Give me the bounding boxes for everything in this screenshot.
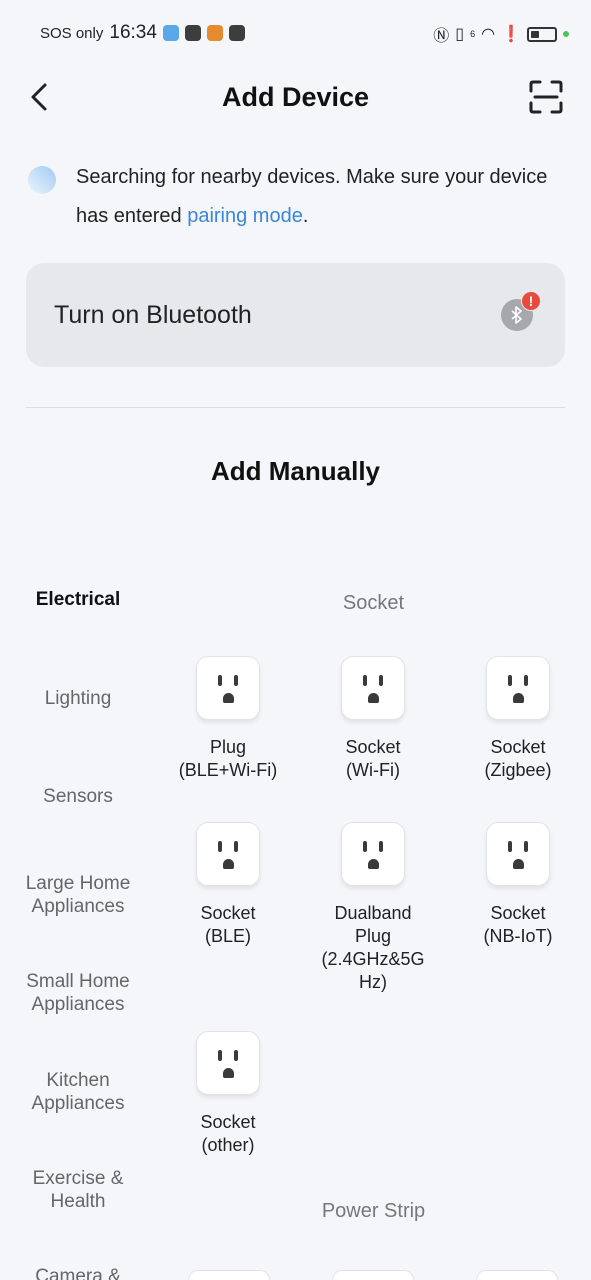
scan-icon xyxy=(529,80,563,114)
socket-icon xyxy=(341,656,405,720)
chevron-left-icon xyxy=(31,83,47,111)
device-socket-nbiot[interactable]: Socket (NB-IoT) xyxy=(458,822,578,948)
power-strip-device-partial[interactable] xyxy=(476,1270,558,1280)
category-sensors[interactable]: Sensors xyxy=(0,785,156,808)
device-label-line: Socket xyxy=(490,903,546,923)
device-label-line: (2.4GHz&5G xyxy=(321,949,425,969)
device-label-line: (Wi-Fi) xyxy=(346,760,400,780)
status-bar: SOS only 16:34 Ⓝ ▯ 6 ◠ ❗ xyxy=(0,0,591,66)
device-label-line: Socket xyxy=(490,737,546,757)
section-title-socket: Socket xyxy=(342,592,405,614)
scan-button[interactable] xyxy=(529,80,563,114)
device-label-line: (Zigbee) xyxy=(484,760,552,780)
socket-icon xyxy=(196,1031,260,1095)
category-small-home-appliances[interactable]: Small Home Appliances xyxy=(0,970,156,1016)
category-camera[interactable]: Camera & xyxy=(0,1265,156,1280)
device-label-line: Socket xyxy=(200,1112,256,1132)
status-left: SOS only 16:34 xyxy=(40,22,245,44)
bluetooth-status: ! xyxy=(501,291,541,333)
device-socket-zigbee[interactable]: Socket (Zigbee) xyxy=(458,656,578,782)
pairing-mode-link[interactable]: pairing mode xyxy=(187,205,303,227)
category-electrical[interactable]: Electrical xyxy=(0,588,156,611)
device-socket-wifi[interactable]: Socket (Wi-Fi) xyxy=(313,656,433,782)
searching-spinner-icon xyxy=(28,166,56,194)
power-strip-device-partial[interactable] xyxy=(188,1270,270,1280)
device-socket-other[interactable]: Socket (other) xyxy=(168,1031,288,1157)
privacy-dot-icon xyxy=(563,31,569,37)
device-plug-ble-wifi[interactable]: Plug (BLE+Wi-Fi) xyxy=(168,656,288,782)
upload-app-icon xyxy=(184,25,201,41)
category-lighting[interactable]: Lighting xyxy=(0,687,156,710)
category-kitchen-appliances[interactable]: Kitchen Appliances xyxy=(0,1069,156,1115)
add-manually-title: Add Manually xyxy=(210,456,380,486)
battery-icon xyxy=(527,26,557,42)
category-exercise-health[interactable]: Exercise & Health xyxy=(0,1167,156,1213)
bluetooth-label: Turn on Bluetooth xyxy=(54,300,252,329)
device-label-line: Plug xyxy=(209,737,247,757)
fitness-app-icon xyxy=(228,25,245,41)
device-label: Plug (BLE+Wi-Fi) xyxy=(168,736,288,782)
nfc-icon: Ⓝ xyxy=(433,28,450,45)
device-label-line: Dualband xyxy=(334,903,412,923)
power-strip-device-partial[interactable] xyxy=(332,1270,414,1280)
device-label: Dualband Plug (2.4GHz&5G Hz) xyxy=(313,902,433,994)
device-label-line: Socket xyxy=(345,737,401,757)
bluetooth-warning-badge: ! xyxy=(521,291,541,311)
device-socket-ble[interactable]: Socket (BLE) xyxy=(168,822,288,948)
device-label: Socket (Zigbee) xyxy=(458,736,578,782)
carrier-label: SOS only xyxy=(40,24,104,42)
socket-icon xyxy=(196,822,260,886)
wifi-icon: ◠ xyxy=(481,26,496,43)
back-button[interactable] xyxy=(24,80,54,114)
notice-text-after: . xyxy=(302,205,309,227)
turn-on-bluetooth-card[interactable]: Turn on Bluetooth ! xyxy=(26,263,565,367)
device-label: Socket (BLE) xyxy=(168,902,288,948)
header: Add Device xyxy=(0,66,591,128)
device-label-line: Plug xyxy=(354,926,392,946)
category-large-home-appliances[interactable]: Large Home Appliances xyxy=(0,872,156,918)
page-title: Add Device xyxy=(221,81,370,112)
notice-text-before: Searching for nearby devices. Make sure … xyxy=(76,166,548,227)
socket-icon xyxy=(341,822,405,886)
section-title-power-strip: Power Strip xyxy=(321,1200,426,1222)
device-label-line: (NB-IoT) xyxy=(483,926,553,946)
device-label: Socket (Wi-Fi) xyxy=(313,736,433,782)
shopping-app-icon xyxy=(206,25,223,41)
divider xyxy=(26,407,565,408)
device-label-line: (BLE) xyxy=(204,926,251,946)
network-label: 6 xyxy=(470,29,476,39)
vibrate-icon: ▯ xyxy=(455,26,465,43)
socket-icon xyxy=(486,656,550,720)
weather-app-icon xyxy=(162,25,179,41)
device-label-line: Socket xyxy=(200,903,256,923)
device-label-line: Hz) xyxy=(359,972,387,992)
device-label-line: (other) xyxy=(201,1135,255,1155)
alert-icon: ❗ xyxy=(501,26,521,43)
status-right: Ⓝ ▯ 6 ◠ ❗ xyxy=(433,22,569,46)
socket-icon xyxy=(486,822,550,886)
socket-icon xyxy=(196,656,260,720)
device-dualband-plug[interactable]: Dualband Plug (2.4GHz&5G Hz) xyxy=(313,822,433,994)
device-label-line: (BLE+Wi-Fi) xyxy=(178,760,278,780)
device-label: Socket (other) xyxy=(168,1111,288,1157)
status-time: 16:34 xyxy=(109,22,157,43)
search-notice-text: Searching for nearby devices. Make sure … xyxy=(76,158,568,236)
device-label: Socket (NB-IoT) xyxy=(458,902,578,948)
search-notice: Searching for nearby devices. Make sure … xyxy=(28,158,568,236)
